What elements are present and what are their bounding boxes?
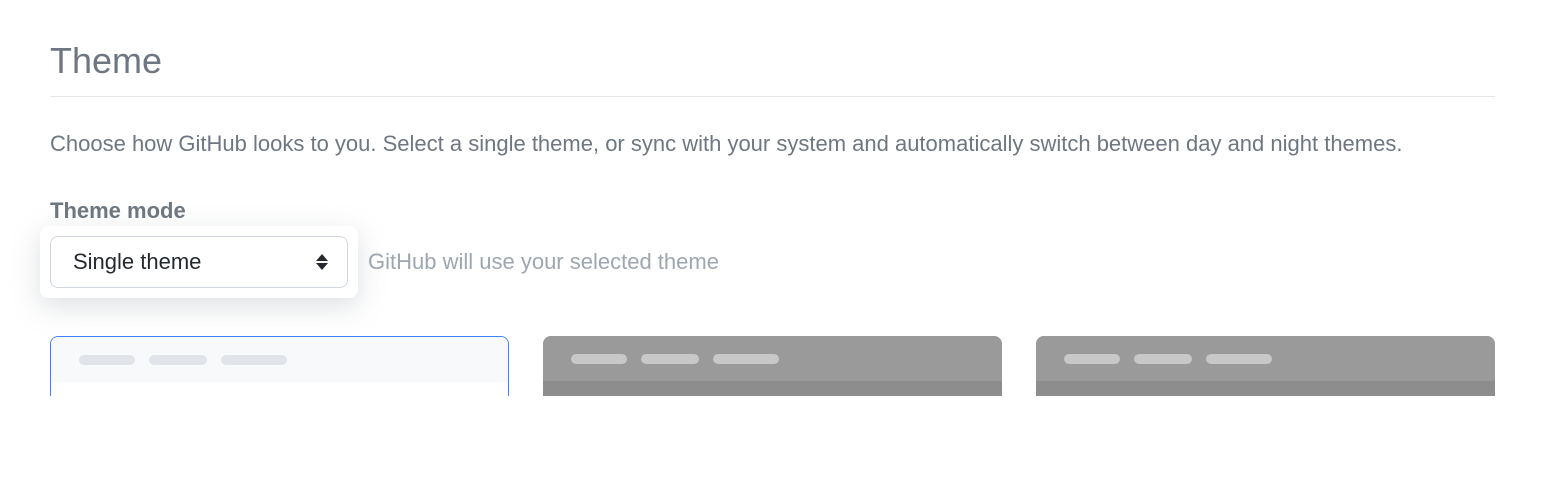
preview-topbar — [51, 337, 508, 382]
section-description: Choose how GitHub looks to you. Select a… — [50, 127, 1450, 160]
preview-pill — [1206, 354, 1272, 364]
preview-topbar — [543, 336, 1002, 381]
preview-pill — [79, 355, 135, 365]
preview-body — [543, 381, 1002, 396]
preview-body — [1036, 381, 1495, 396]
theme-preview-dark-alt[interactable] — [1036, 336, 1495, 396]
preview-pill — [641, 354, 699, 364]
preview-topbar — [1036, 336, 1495, 381]
theme-mode-select[interactable]: Single theme — [50, 236, 348, 288]
theme-preview-dark[interactable] — [543, 336, 1002, 396]
preview-pill — [1064, 354, 1120, 364]
theme-mode-select-wrap: Single theme — [40, 226, 358, 298]
theme-mode-row: Single theme GitHub will use your select… — [50, 236, 1495, 288]
theme-mode-label: Theme mode — [50, 198, 1495, 224]
preview-pill — [221, 355, 287, 365]
preview-pill — [149, 355, 207, 365]
preview-pill — [1134, 354, 1192, 364]
preview-body — [51, 382, 508, 396]
section-title: Theme — [50, 40, 1495, 97]
theme-cards — [50, 336, 1495, 396]
preview-pill — [571, 354, 627, 364]
preview-pill — [713, 354, 779, 364]
theme-mode-hint: GitHub will use your selected theme — [368, 249, 719, 275]
theme-preview-light[interactable] — [50, 336, 509, 396]
